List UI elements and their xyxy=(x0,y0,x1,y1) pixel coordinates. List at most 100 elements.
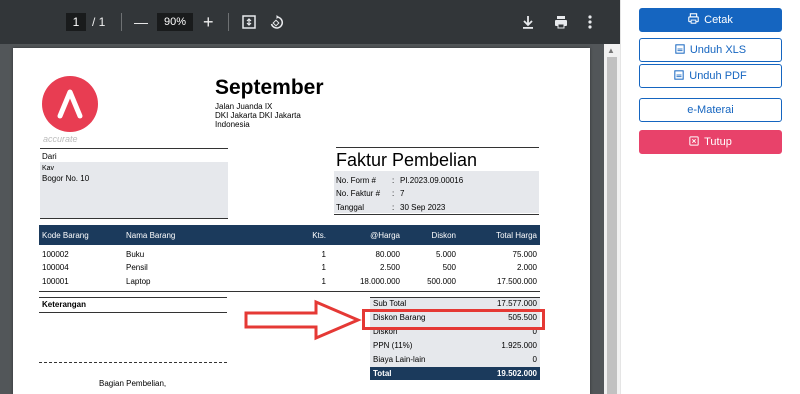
close-icon xyxy=(689,135,699,149)
toolbar-divider xyxy=(121,13,122,31)
divider xyxy=(39,297,227,298)
company-address: Jalan Juanda IX DKI Jakarta DKI Jakarta … xyxy=(215,102,301,129)
close-button[interactable]: Tutup xyxy=(639,130,782,154)
address-line: Indonesia xyxy=(215,120,250,129)
table-cell: 2.000 xyxy=(516,263,537,272)
divider xyxy=(39,291,540,292)
from-label: Dari xyxy=(42,152,57,161)
column-header: @Harga xyxy=(370,231,400,240)
summary-label: Sub Total xyxy=(373,299,407,308)
meta-value: 30 Sep 2023 xyxy=(400,203,446,212)
divider xyxy=(334,214,539,215)
meta-label: No. Faktur # xyxy=(336,189,381,198)
page-total: / 1 xyxy=(92,15,106,29)
annotation-arrow-icon xyxy=(244,299,362,341)
fit-page-button[interactable] xyxy=(242,0,256,44)
table-cell: Laptop xyxy=(126,277,151,286)
table-cell: 100004 xyxy=(42,263,69,272)
items-table-header: Kode Barang Nama Barang Kts. @Harga Disk… xyxy=(39,225,540,245)
meta-sep: : xyxy=(392,203,395,212)
divider xyxy=(40,218,228,219)
meta-label: No. Form # xyxy=(336,176,377,185)
total-value: 19.502.000 xyxy=(496,369,537,378)
download-xls-label: Unduh XLS xyxy=(689,44,747,56)
file-icon xyxy=(675,43,685,57)
divider xyxy=(40,148,228,149)
table-cell: 500 xyxy=(442,263,456,272)
scroll-up-icon[interactable]: ▲ xyxy=(607,46,615,55)
highlight-box xyxy=(362,309,545,330)
invoice-meta-row: No. Form # : PI.2023.09.00016 xyxy=(336,176,463,185)
logo-text: accurate xyxy=(43,134,78,144)
divider xyxy=(39,312,227,313)
table-cell: 500.000 xyxy=(427,277,456,286)
address-line: Jalan Juanda IX xyxy=(215,102,273,111)
table-cell: 17.500.000 xyxy=(496,277,537,286)
zoom-in-button[interactable]: + xyxy=(203,0,214,44)
zoom-level-input[interactable]: 90% xyxy=(157,13,193,31)
table-cell: 18.000.000 xyxy=(359,277,400,286)
meta-value: PI.2023.09.00016 xyxy=(400,176,464,185)
rotate-icon xyxy=(270,14,284,29)
column-header: Diskon xyxy=(431,231,456,240)
table-cell: 100002 xyxy=(42,250,69,259)
table-cell: 1 xyxy=(321,250,326,259)
column-header: Total Harga xyxy=(496,231,537,240)
rotate-button[interactable] xyxy=(269,0,284,44)
action-panel: Cetak Unduh XLS Unduh PDF e-Materai Tutu… xyxy=(620,0,800,394)
print-action-button[interactable]: Cetak xyxy=(639,8,782,32)
table-cell: Buku xyxy=(126,250,145,259)
download-pdf-button[interactable]: Unduh PDF xyxy=(639,64,782,88)
total-label: Total xyxy=(373,369,392,378)
notes-label: Keterangan xyxy=(42,300,87,309)
print-button[interactable] xyxy=(554,0,568,44)
from-name: Kav xyxy=(42,165,55,172)
toolbar-divider xyxy=(228,13,229,31)
table-cell: 75.000 xyxy=(512,250,537,259)
fit-page-icon xyxy=(242,15,256,29)
invoice-meta-row: Tanggal : 30 Sep 2023 xyxy=(336,203,445,212)
more-icon xyxy=(588,15,592,29)
column-header: Kts. xyxy=(312,231,326,240)
total-row: Total 19.502.000 xyxy=(370,367,540,380)
invoice-page: accurate September Jalan Juanda IX DKI J… xyxy=(13,48,590,394)
company-logo xyxy=(42,76,98,132)
table-cell: 80.000 xyxy=(375,250,400,259)
table-row: 100001 Laptop 1 18.000.000 500.000 17.50… xyxy=(39,276,540,288)
download-pdf-label: Unduh PDF xyxy=(689,70,747,82)
summary-label: Biaya Lain-lain xyxy=(373,355,426,364)
download-icon xyxy=(523,16,533,29)
more-options-button[interactable] xyxy=(588,0,592,44)
from-address: Bogor No. 10 xyxy=(42,174,90,183)
table-row: 100002 Buku 1 80.000 5.000 75.000 xyxy=(39,249,540,261)
meta-label: Tanggal xyxy=(336,203,365,212)
column-header: Kode Barang xyxy=(42,231,89,240)
invoice-meta-row: No. Faktur # : 7 xyxy=(336,189,404,198)
zoom-out-button[interactable]: — xyxy=(134,0,148,44)
table-cell: 1 xyxy=(321,263,326,272)
signature-label: Bagian Pembelian, xyxy=(99,379,167,388)
table-cell: 1 xyxy=(321,277,326,286)
e-materai-label: e-Materai xyxy=(687,104,734,116)
page-number-input[interactable]: 1 xyxy=(66,13,86,31)
pdf-toolbar: 1 / 1 — 90% + xyxy=(0,0,620,44)
meta-sep: : xyxy=(392,189,395,198)
table-cell: 5.000 xyxy=(435,250,456,259)
signature-line xyxy=(39,362,227,363)
meta-sep: : xyxy=(392,176,395,185)
scrollbar-thumb[interactable] xyxy=(607,57,617,394)
table-row: 100004 Pensil 1 2.500 500 2.000 xyxy=(39,262,540,274)
logo-a-icon xyxy=(57,89,83,119)
pdf-viewer: 1 / 1 — 90% + accurate September Jalan J… xyxy=(0,0,620,394)
from-box: Kav Bogor No. 10 xyxy=(40,162,228,218)
company-name: September xyxy=(215,76,324,99)
download-xls-button[interactable]: Unduh XLS xyxy=(639,38,782,62)
column-header: Nama Barang xyxy=(126,231,176,240)
file-icon xyxy=(674,69,684,83)
download-button[interactable] xyxy=(522,0,534,44)
close-label: Tutup xyxy=(704,136,732,148)
summary-value: 1.925.000 xyxy=(501,341,537,350)
address-line: DKI Jakarta DKI Jakarta xyxy=(215,111,301,120)
e-materai-button[interactable]: e-Materai xyxy=(639,98,782,122)
summary-value: 0 xyxy=(532,355,537,364)
